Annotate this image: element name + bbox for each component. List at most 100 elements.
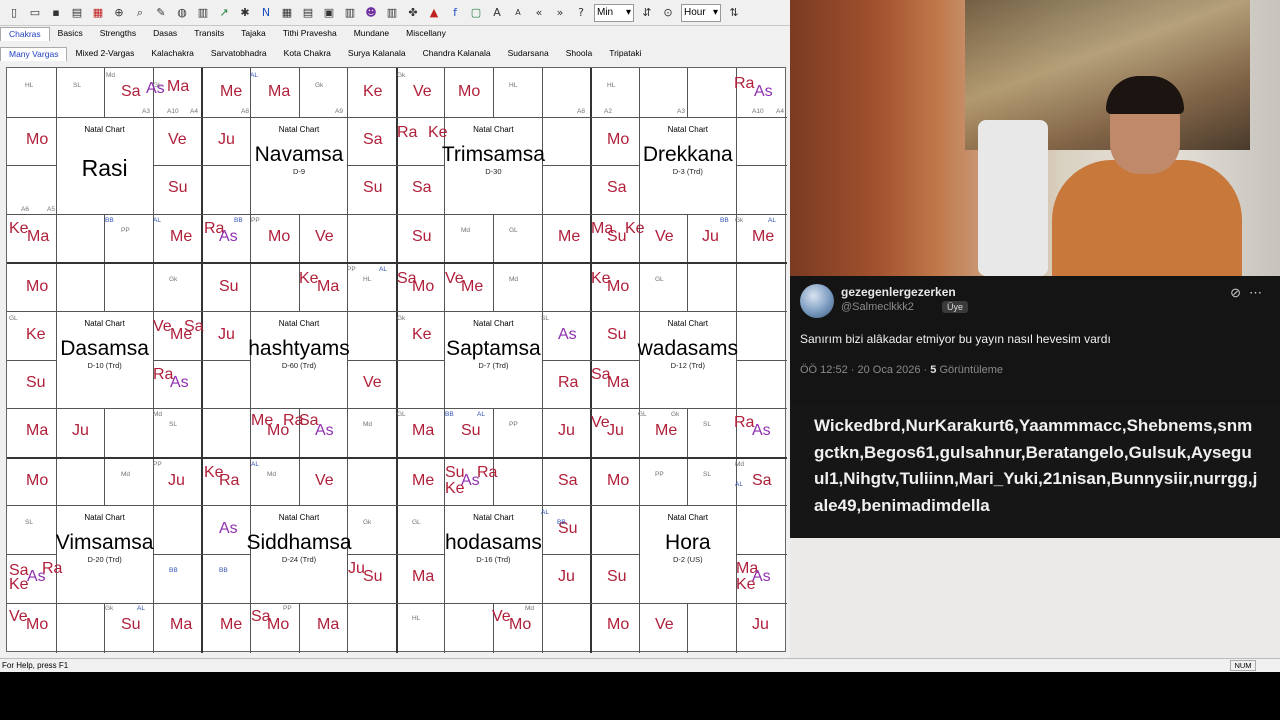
help-icon[interactable]: ? bbox=[571, 3, 591, 23]
back-icon[interactable]: « bbox=[529, 3, 549, 23]
text-a-small-icon[interactable]: A bbox=[508, 3, 528, 23]
avatar[interactable] bbox=[800, 284, 834, 318]
compass-icon[interactable]: ✱ bbox=[235, 3, 255, 23]
open-icon[interactable]: ▭ bbox=[25, 3, 45, 23]
planet-label: Ve bbox=[655, 616, 674, 633]
tab-strengths[interactable]: Strengths bbox=[92, 27, 145, 41]
special-point-label: AL bbox=[251, 461, 259, 468]
planet-label: Ke bbox=[363, 83, 383, 100]
puzzle-icon[interactable]: ✤ bbox=[403, 3, 423, 23]
tab-transits[interactable]: Transits bbox=[186, 27, 233, 41]
planet-label: Mo bbox=[412, 278, 435, 295]
special-point-label: AL bbox=[137, 605, 145, 612]
subtab-sudarsana[interactable]: Sudarsana bbox=[500, 47, 558, 61]
print-icon[interactable]: ▤ bbox=[67, 3, 87, 23]
special-point-label: PP bbox=[153, 461, 162, 468]
member-badge: Üye bbox=[942, 301, 969, 313]
tab-tithi-pravesha[interactable]: Tithi Pravesha bbox=[275, 27, 346, 41]
people-icon[interactable]: ☻ bbox=[361, 3, 381, 23]
chart-title: Natal Chart bbox=[84, 124, 125, 134]
subtab-chandra-kalanala[interactable]: Chandra Kalanala bbox=[415, 47, 500, 61]
special-point-label: A6 bbox=[21, 206, 29, 213]
layout-icon[interactable]: ▥ bbox=[340, 3, 360, 23]
tab-dasas[interactable]: Dasas bbox=[145, 27, 186, 41]
special-point-label: BB bbox=[445, 411, 454, 418]
varga-charts-grid[interactable]: Natal Chart Rasi Natal Chart Navamsa D-9 Nata… bbox=[6, 67, 787, 653]
chart-name: Siddhamsa bbox=[246, 531, 352, 555]
planet-label: Ke bbox=[736, 576, 756, 593]
supporters-list: Wickedbrd,NurKarakurt6,Yaammmacc,Shebnem… bbox=[790, 404, 1280, 538]
facebook-icon[interactable]: f bbox=[445, 3, 465, 23]
tweet-author-handle[interactable]: @Salmeclkkk2 bbox=[841, 301, 914, 313]
special-point-label: Md bbox=[735, 461, 745, 468]
chart-name: Saptamsa bbox=[446, 337, 541, 360]
special-point-label: A9 bbox=[335, 108, 343, 115]
special-point-label: A10 bbox=[167, 108, 179, 115]
book-icon[interactable]: ▥ bbox=[382, 3, 402, 23]
text-a-icon[interactable]: A bbox=[487, 3, 507, 23]
grid-hline bbox=[7, 602, 787, 604]
planet-label: Ra bbox=[558, 374, 579, 391]
special-point-label: A4 bbox=[776, 108, 784, 115]
planet-label: Ju bbox=[72, 422, 89, 439]
note-icon[interactable]: N bbox=[256, 3, 276, 23]
special-point-label: BB bbox=[720, 217, 729, 224]
planet-label: Ma bbox=[607, 374, 630, 391]
tab-mundane[interactable]: Mundane bbox=[346, 27, 398, 41]
planet-label: Me bbox=[655, 422, 678, 439]
special-point-label: Md bbox=[509, 276, 519, 283]
subtab-surya-kalanala[interactable]: Surya Kalanala bbox=[340, 47, 415, 61]
planet-label: Ra bbox=[42, 560, 63, 577]
chart-name: wadasams bbox=[637, 337, 738, 360]
special-point-label: BB bbox=[105, 217, 114, 224]
subtab-kota-chakra[interactable]: Kota Chakra bbox=[276, 47, 340, 61]
tab-basics[interactable]: Basics bbox=[50, 27, 92, 41]
play-icon[interactable]: ⇅ bbox=[724, 3, 744, 23]
hour-select[interactable]: Hour ▾ bbox=[681, 3, 721, 22]
tree-icon[interactable]: ▲ bbox=[424, 3, 444, 23]
grok-icon[interactable]: ⊘ bbox=[1230, 285, 1249, 300]
save-icon[interactable]: ▪ bbox=[46, 3, 66, 23]
special-point-label: GL bbox=[509, 227, 518, 234]
tab-miscellany[interactable]: Miscellany bbox=[398, 27, 455, 41]
special-point-label: GL bbox=[9, 315, 18, 322]
min-select[interactable]: Min ▾ bbox=[594, 3, 634, 22]
tab-tajaka[interactable]: Tajaka bbox=[233, 27, 275, 41]
grid-icon[interactable]: ▦ bbox=[277, 3, 297, 23]
special-point-label: Md bbox=[267, 471, 277, 478]
subtab-sarvatobhadra[interactable]: Sarvatobhadra bbox=[203, 47, 276, 61]
planet-label: Ke bbox=[625, 220, 645, 237]
calc-icon[interactable]: ▥ bbox=[193, 3, 213, 23]
subtab-kalachakra[interactable]: Kalachakra bbox=[143, 47, 203, 61]
chevron-down-icon[interactable]: ▾ bbox=[626, 7, 631, 18]
font-icon[interactable]: ▢ bbox=[466, 3, 486, 23]
grid-hline bbox=[7, 262, 787, 265]
more-icon[interactable]: ⋯ bbox=[1249, 285, 1270, 300]
box-icon[interactable]: ▣ bbox=[319, 3, 339, 23]
new-icon[interactable]: ▯ bbox=[4, 3, 24, 23]
settings-icon[interactable]: ✎ bbox=[151, 3, 171, 23]
planet-label: Ve bbox=[315, 472, 334, 489]
tab-chakras[interactable]: Chakras bbox=[0, 27, 50, 41]
chart-icon[interactable]: ▦ bbox=[88, 3, 108, 23]
nav-icon[interactable]: ⊙ bbox=[658, 3, 678, 23]
planet-label: Me bbox=[412, 472, 435, 489]
tweet-author-name[interactable]: gezegenlergezerken bbox=[841, 285, 956, 299]
planet-label: Me bbox=[220, 83, 243, 100]
subtab-many-vargas[interactable]: Many Vargas bbox=[0, 47, 68, 61]
subtab-tripataki[interactable]: Tripataki bbox=[601, 47, 650, 61]
globe-icon[interactable]: ◍ bbox=[172, 3, 192, 23]
special-point-label: AL bbox=[477, 411, 485, 418]
step-icon[interactable]: ⇵ bbox=[637, 3, 657, 23]
search-icon[interactable]: ⌕ bbox=[130, 3, 150, 23]
subtab-shoola[interactable]: Shoola bbox=[558, 47, 601, 61]
planet-label: Su bbox=[412, 228, 432, 245]
planet-label: Mo bbox=[607, 131, 630, 148]
zoom-icon[interactable]: ⊕ bbox=[109, 3, 129, 23]
chevron-down-icon[interactable]: ▾ bbox=[713, 7, 718, 18]
forward-icon[interactable]: » bbox=[550, 3, 570, 23]
subtab-mixed-2-vargas[interactable]: Mixed 2-Vargas bbox=[67, 47, 143, 61]
tweet-meta: ÖÖ 12:52 · 20 Oca 2026 · 5 Görüntüleme bbox=[800, 364, 1003, 376]
graph-icon[interactable]: ↗ bbox=[214, 3, 234, 23]
table-icon[interactable]: ▤ bbox=[298, 3, 318, 23]
